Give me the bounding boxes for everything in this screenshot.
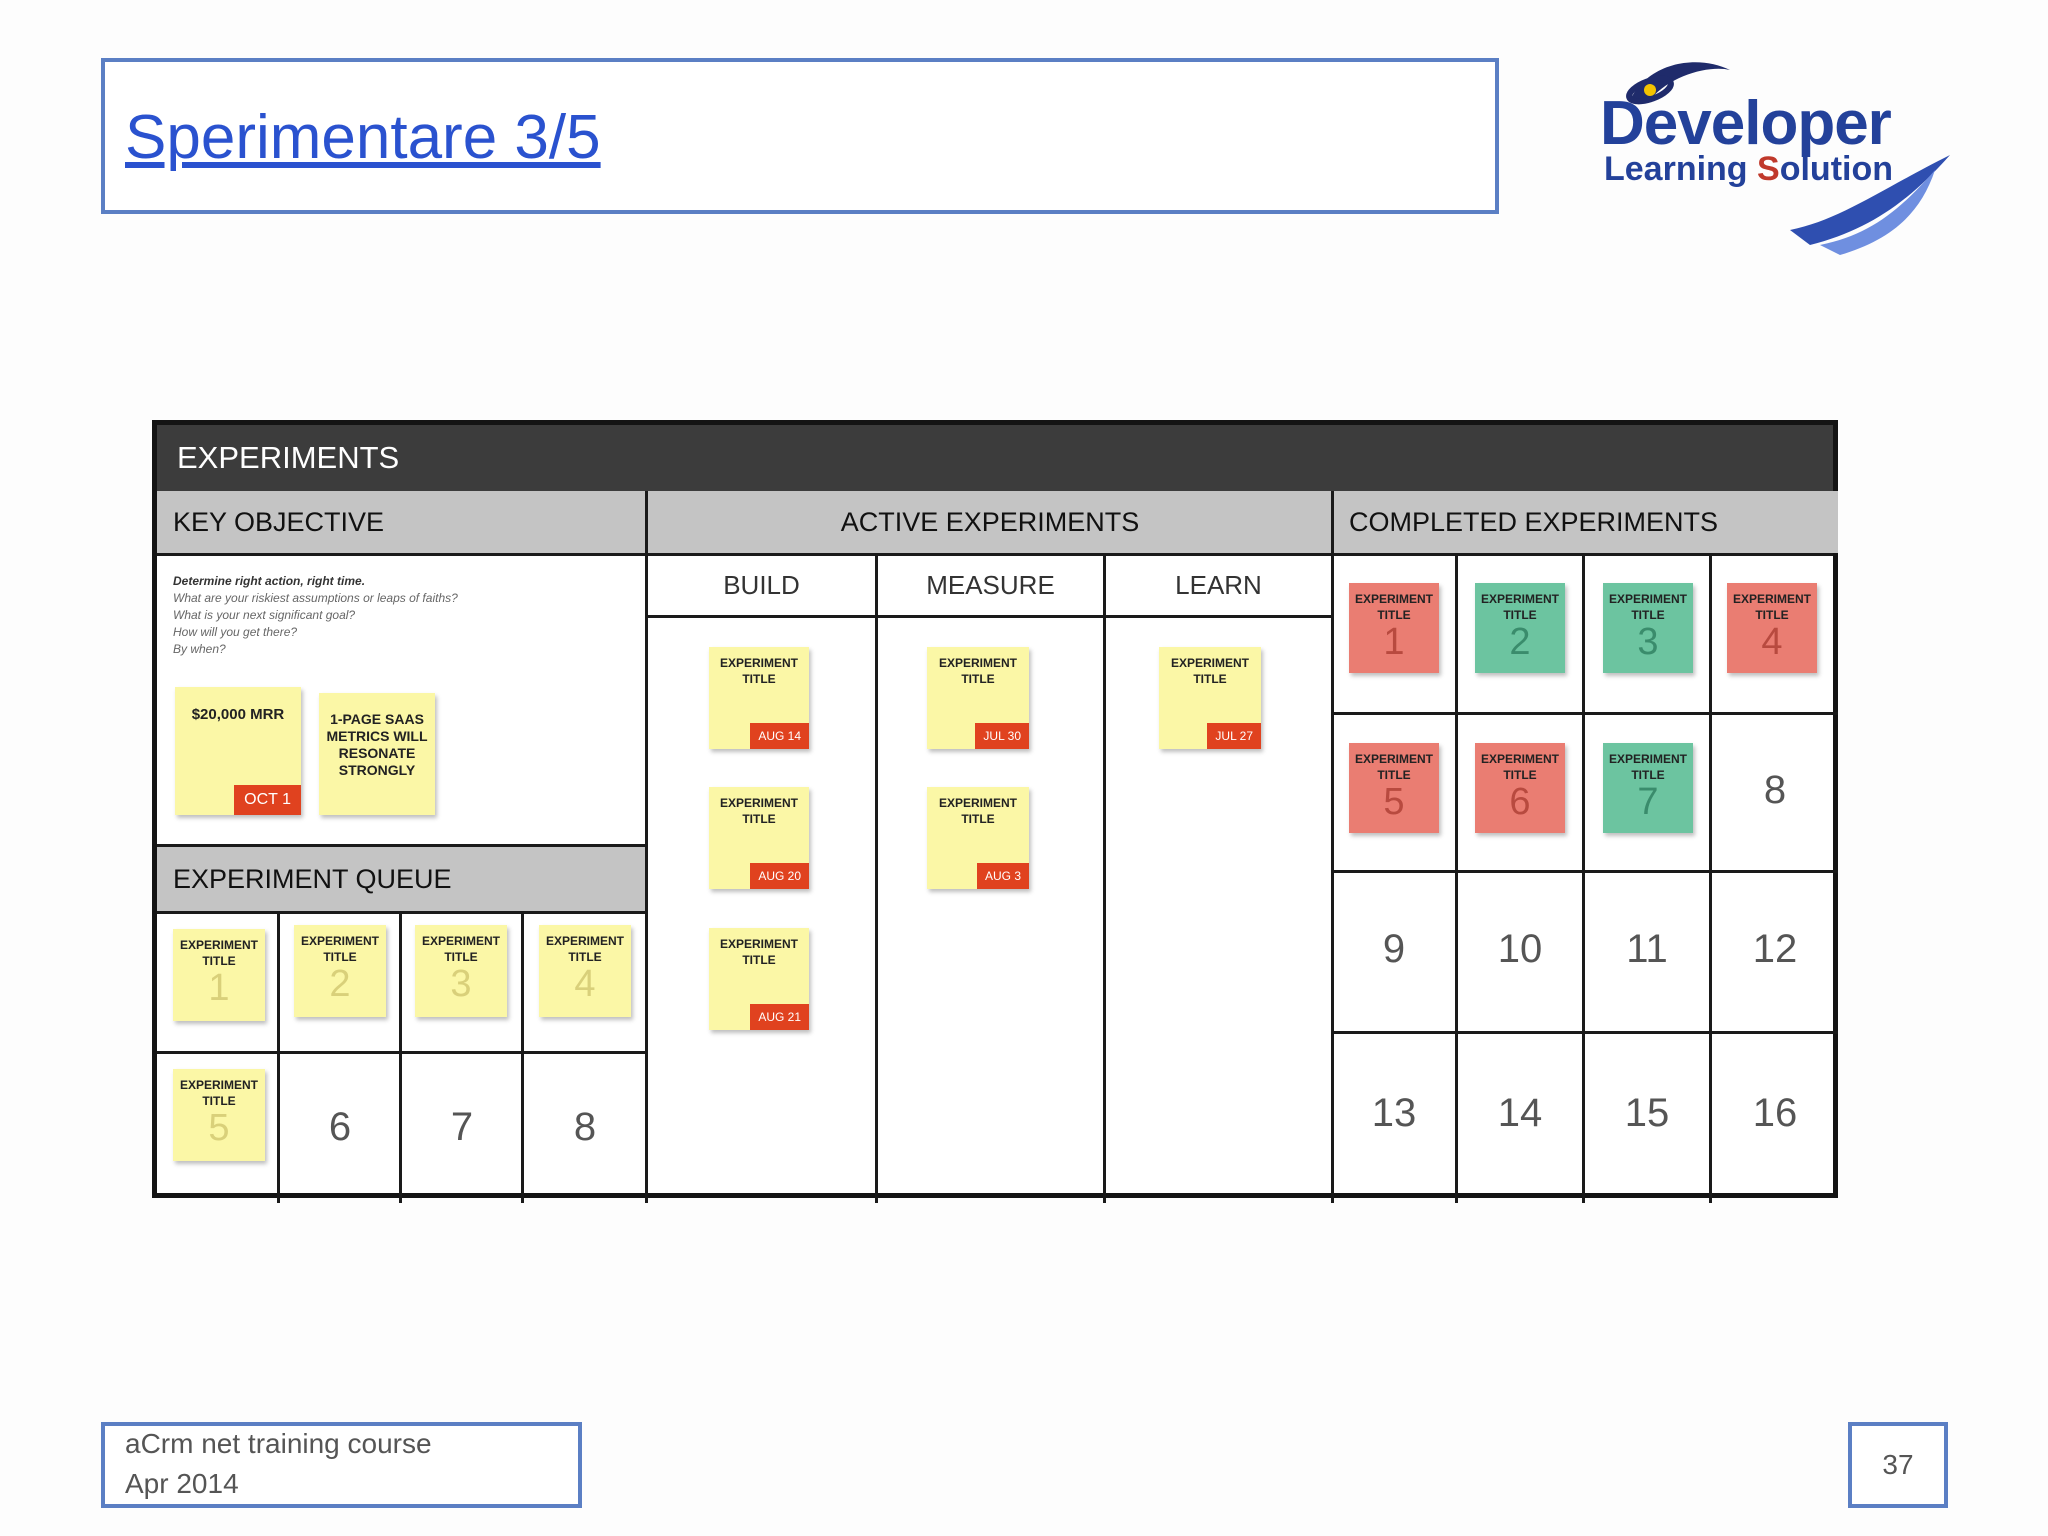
completed-slot-number: 10 bbox=[1497, 927, 1543, 971]
divider bbox=[157, 844, 647, 847]
completed-slot-number: 14 bbox=[1497, 1091, 1543, 1135]
due-date-tag: JUL 27 bbox=[1207, 723, 1261, 749]
active-experiments-heading: ACTIVE EXPERIMENTS bbox=[647, 491, 1333, 553]
build-column-heading: BUILD bbox=[723, 570, 800, 600]
measure-sticky-note[interactable]: EXPERIMENT TITLE JUL 30 bbox=[927, 647, 1029, 749]
queue-sticky-note[interactable]: EXPERIMENT TITLE 5 bbox=[173, 1069, 265, 1161]
completed-slot-number: 13 bbox=[1371, 1091, 1417, 1135]
completed-slot-number: 8 bbox=[1763, 768, 1787, 812]
goal-date-tag: OCT 1 bbox=[234, 785, 301, 815]
completed-sticky-note[interactable]: EXPERIMENT TITLE 5 bbox=[1349, 743, 1439, 833]
measure-column-heading: MEASURE bbox=[926, 570, 1055, 600]
divider bbox=[1333, 870, 1838, 873]
experiments-board: EXPERIMENTS KEY OBJECTIVE ACTIVE EXPERIM… bbox=[152, 420, 1838, 1203]
measure-sticky-note[interactable]: EXPERIMENT TITLE AUG 3 bbox=[927, 787, 1029, 889]
completed-sticky-note[interactable]: EXPERIMENT TITLE 4 bbox=[1727, 583, 1817, 673]
completed-sticky-note[interactable]: EXPERIMENT TITLE 7 bbox=[1603, 743, 1693, 833]
learn-column-heading: LEARN bbox=[1175, 570, 1262, 600]
completed-slot-number: 9 bbox=[1382, 927, 1406, 971]
experiment-queue-heading: EXPERIMENT QUEUE bbox=[157, 846, 647, 912]
slide-title[interactable]: Sperimentare 3/5 bbox=[125, 102, 601, 173]
queue-sticky-note[interactable]: EXPERIMENT TITLE 4 bbox=[539, 925, 631, 1017]
goal-sticky-note[interactable]: $20,000 MRR OCT 1 bbox=[175, 687, 301, 815]
footer-date: Apr 2014 bbox=[125, 1468, 239, 1499]
completed-slot-number: 16 bbox=[1752, 1091, 1798, 1135]
queue-sticky-note[interactable]: EXPERIMENT TITLE 3 bbox=[415, 925, 507, 1017]
logo-word-learning-solution: Learning Solution bbox=[1604, 150, 1894, 188]
queue-sticky-note[interactable]: EXPERIMENT TITLE 1 bbox=[173, 929, 265, 1021]
divider bbox=[1333, 712, 1838, 715]
completed-sticky-note[interactable]: EXPERIMENT TITLE 3 bbox=[1603, 583, 1693, 673]
completed-sticky-note[interactable]: EXPERIMENT TITLE 1 bbox=[1349, 583, 1439, 673]
completed-slot-number: 15 bbox=[1624, 1091, 1670, 1135]
completed-slot-number: 11 bbox=[1626, 927, 1668, 971]
queue-slot-number: 6 bbox=[328, 1105, 352, 1149]
build-sticky-note[interactable]: EXPERIMENT TITLE AUG 21 bbox=[709, 928, 809, 1030]
build-sticky-note[interactable]: EXPERIMENT TITLE AUG 14 bbox=[709, 647, 809, 749]
divider bbox=[277, 912, 280, 1203]
due-date-tag: AUG 21 bbox=[750, 1004, 809, 1030]
divider bbox=[157, 911, 647, 914]
due-date-tag: AUG 14 bbox=[750, 723, 809, 749]
footer-course-name: aCrm net training course bbox=[125, 1428, 432, 1459]
queue-slot-number: 7 bbox=[450, 1105, 474, 1149]
due-date-tag: AUG 3 bbox=[976, 863, 1029, 889]
divider bbox=[875, 553, 878, 1203]
divider bbox=[157, 1051, 647, 1054]
divider bbox=[521, 912, 524, 1203]
divider bbox=[399, 912, 402, 1203]
hypothesis-sticky-note[interactable]: 1-PAGE SAAS METRICS WILL RESONATE STRONG… bbox=[319, 693, 435, 815]
footer-course-box: aCrm net training course Apr 2014 bbox=[101, 1422, 582, 1508]
slide-title-box: Sperimentare 3/5 bbox=[101, 58, 1499, 214]
divider bbox=[1333, 1031, 1838, 1034]
completed-slot-number: 12 bbox=[1752, 927, 1798, 971]
page-number: 37 bbox=[1848, 1422, 1948, 1508]
queue-sticky-note[interactable]: EXPERIMENT TITLE 2 bbox=[294, 925, 386, 1017]
completed-experiments-heading: COMPLETED EXPERIMENTS bbox=[1333, 491, 1838, 553]
learn-sticky-note[interactable]: EXPERIMENT TITLE JUL 27 bbox=[1159, 647, 1261, 749]
key-objective-heading: KEY OBJECTIVE bbox=[157, 491, 647, 553]
logo-word-developer: Developer bbox=[1600, 89, 1892, 158]
key-objective-hint: Determine right action, right time. What… bbox=[173, 574, 458, 656]
completed-sticky-note[interactable]: EXPERIMENT TITLE 6 bbox=[1475, 743, 1565, 833]
due-date-tag: AUG 20 bbox=[750, 863, 809, 889]
divider bbox=[647, 615, 1333, 618]
build-sticky-note[interactable]: EXPERIMENT TITLE AUG 20 bbox=[709, 787, 809, 889]
due-date-tag: JUL 30 bbox=[975, 723, 1029, 749]
completed-sticky-note[interactable]: EXPERIMENT TITLE 2 bbox=[1475, 583, 1565, 673]
developer-learning-solution-logo: Developer Learning Solution bbox=[1590, 30, 1960, 260]
divider bbox=[1103, 553, 1106, 1203]
board-title: EXPERIMENTS bbox=[157, 425, 1833, 491]
queue-slot-number: 8 bbox=[573, 1105, 597, 1149]
